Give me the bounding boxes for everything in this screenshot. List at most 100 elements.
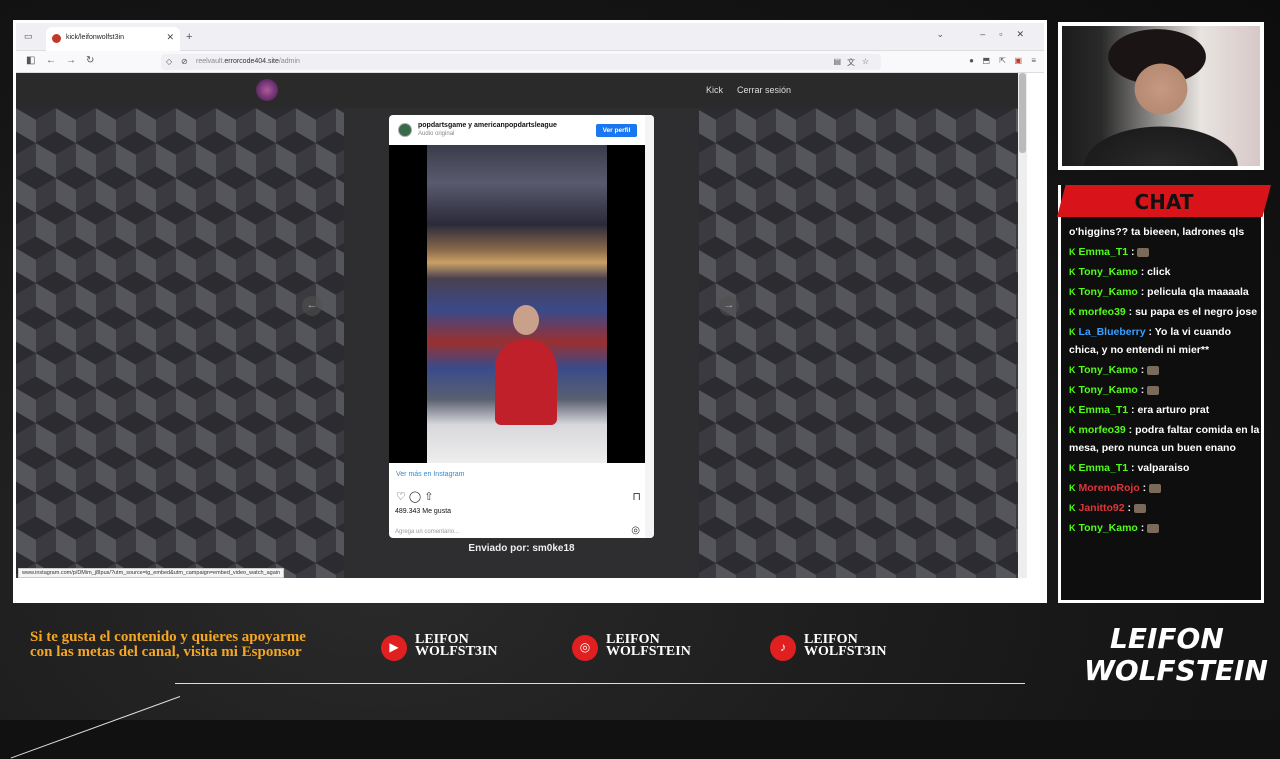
- chat-header: CHAT: [1057, 185, 1271, 217]
- more-on-instagram-link[interactable]: Ver más en Instagram: [396, 471, 464, 478]
- tab-bar: ▭ kick/leifonwolfst3in ✕ + ⌄ –▫✕: [16, 23, 1044, 51]
- tiktok-icon: ♪: [770, 635, 796, 661]
- menu-icon[interactable]: ≡: [1031, 56, 1036, 65]
- url-path: /admin: [278, 58, 300, 65]
- instagram-social-icon: ◎: [572, 635, 598, 661]
- account-icon[interactable]: ●: [969, 56, 974, 65]
- chat-username[interactable]: Tony_Kamo: [1079, 384, 1138, 396]
- share-icon[interactable]: ⇱: [999, 56, 1006, 65]
- chat-username[interactable]: Tony_Kamo: [1079, 364, 1138, 376]
- chat-username[interactable]: morfeo39: [1079, 306, 1126, 318]
- chat-message: o'higgins?? ta bieeen, ladrones qls: [1069, 223, 1261, 241]
- emote-icon: [1147, 365, 1160, 375]
- site-logo[interactable]: [256, 79, 278, 101]
- save-bookmark-icon[interactable]: ⊓: [632, 490, 641, 503]
- chat-username[interactable]: Janitto92: [1079, 502, 1125, 514]
- new-tab-button[interactable]: +: [186, 31, 192, 43]
- kick-badge-icon: K: [1069, 307, 1076, 317]
- embed-action-icons[interactable]: ♡ ◯ ⇧: [396, 490, 434, 503]
- chat-message: K Tony_Kamo :: [1069, 361, 1261, 379]
- prev-arrow-icon[interactable]: ←: [302, 296, 322, 316]
- footer-divider: [175, 683, 1025, 684]
- back-icon[interactable]: ←: [46, 55, 56, 66]
- url-bar[interactable]: ◇ ⊘ reelvault.errorcode404.site/admin ▤ …: [161, 54, 881, 70]
- close-tab-icon[interactable]: ✕: [166, 32, 174, 43]
- next-arrow-icon[interactable]: →: [719, 296, 739, 316]
- instagram-line2: WOLFSTEIN: [606, 644, 691, 659]
- chat-text: : era arturo prat: [1128, 404, 1210, 416]
- chat-panel: CHAT o'higgins?? ta bieeen, ladrones qls…: [1057, 185, 1271, 603]
- player-head: [513, 305, 539, 335]
- chat-username[interactable]: La_Blueberry: [1079, 326, 1146, 338]
- page-viewport: Kick Cerrar sesión ← → popdartsgame y am…: [16, 73, 1027, 578]
- nav-kick-link[interactable]: Kick: [706, 85, 723, 95]
- kick-badge-icon: K: [1069, 405, 1076, 415]
- chat-username[interactable]: MorenoRojo: [1079, 482, 1140, 494]
- chat-message: K La_Blueberry : Yo la vi cuando chica, y…: [1069, 323, 1261, 359]
- reader-view-icon[interactable]: ▤: [833, 57, 841, 66]
- chat-username[interactable]: Emma_T1: [1079, 404, 1129, 416]
- shield-icon: ◇: [166, 57, 173, 66]
- brand-logo: LEIFON WOLFSTEIN: [1080, 622, 1268, 692]
- scrollbar-thumb[interactable]: [1019, 73, 1026, 153]
- chat-username[interactable]: morfeo39: [1079, 424, 1126, 436]
- emote-icon: [1147, 385, 1160, 395]
- chat-text: :: [1139, 482, 1150, 494]
- kick-badge-icon: K: [1069, 327, 1076, 337]
- embed-video[interactable]: [389, 145, 645, 463]
- webcam-image: [1062, 26, 1260, 166]
- addon-icon[interactable]: ▣: [1014, 56, 1022, 65]
- chat-message: K Tony_Kamo : click: [1069, 263, 1261, 281]
- instagram-icon[interactable]: ◎: [631, 525, 640, 536]
- extensions-icon[interactable]: ⬒: [982, 56, 990, 65]
- brand-top: LEIFON: [1110, 622, 1224, 655]
- chat-username[interactable]: Tony_Kamo: [1079, 286, 1138, 298]
- chat-username[interactable]: Tony_Kamo: [1079, 266, 1138, 278]
- chat-username[interactable]: Emma_T1: [1079, 462, 1129, 474]
- youtube-icon: ▶: [381, 635, 407, 661]
- youtube-handle: LEIFON WOLFST3IN: [415, 633, 497, 659]
- bookmark-star-icon[interactable]: ☆: [862, 57, 869, 66]
- view-profile-button[interactable]: Ver perfil: [596, 124, 637, 137]
- sponsor-text: Si te gusta el contenido y quieres apoya…: [30, 629, 306, 660]
- kick-badge-icon: K: [1069, 503, 1076, 513]
- chat-message: Kmorfeo39 : podra faltar comida en la me…: [1069, 421, 1261, 457]
- browser-window: ▭ kick/leifonwolfst3in ✕ + ⌄ –▫✕ ◧ ← → ↻…: [13, 20, 1047, 603]
- chat-text: : su papa es el negro jose: [1125, 306, 1258, 318]
- tabs-menu-icon[interactable]: ▭: [24, 31, 33, 42]
- kick-badge-icon: K: [1069, 425, 1076, 435]
- emote-icon: [1137, 247, 1150, 257]
- chat-text: :: [1124, 502, 1134, 514]
- nav-logout-link[interactable]: Cerrar sesión: [737, 85, 791, 95]
- chat-message: K MorenoRojo :: [1069, 479, 1261, 497]
- chat-message: K Tony_Kamo :: [1069, 381, 1261, 399]
- tiktok-handle: LEIFON WOLFST3IN: [804, 633, 886, 659]
- embed-audio-label[interactable]: Audio original: [418, 131, 454, 137]
- chat-text: : pelicula qla maaaala: [1137, 286, 1249, 298]
- translate-icon[interactable]: 文: [847, 57, 855, 68]
- embed-header: popdartsgame y americanpopdartsleague Au…: [389, 115, 654, 145]
- comment-input[interactable]: Agrega un comentario...: [395, 529, 459, 535]
- chat-message: K Emma_T1 :: [1069, 243, 1261, 261]
- embed-scrollbar[interactable]: [645, 115, 654, 538]
- browser-tab[interactable]: kick/leifonwolfst3in ✕: [46, 27, 180, 51]
- webcam-frame: [1058, 22, 1264, 170]
- embed-account-name[interactable]: popdartsgame y americanpopdartsleague: [418, 122, 557, 129]
- url-domain: errorcode404.site: [224, 58, 279, 65]
- chat-text: :: [1137, 364, 1148, 376]
- tab-title: kick/leifonwolfst3in: [66, 34, 124, 41]
- lock-icon: ⊘: [181, 57, 188, 66]
- reload-icon[interactable]: ↻: [86, 55, 94, 66]
- chat-message: K Emma_T1 : valparaiso: [1069, 459, 1261, 477]
- chat-username[interactable]: Emma_T1: [1079, 246, 1129, 258]
- url-prefix: reelvault.: [196, 58, 225, 65]
- chat-messages: o'higgins?? ta bieeen, ladrones qls K Emma…: [1069, 223, 1261, 539]
- sidebar-icon[interactable]: ◧: [26, 55, 35, 66]
- account-avatar[interactable]: [398, 123, 412, 137]
- window-controls[interactable]: –▫✕: [980, 29, 1038, 40]
- list-tabs-icon[interactable]: ⌄: [936, 29, 944, 40]
- page-scrollbar[interactable]: [1018, 73, 1027, 578]
- emote-icon: [1147, 523, 1160, 533]
- chat-username[interactable]: Tony_Kamo: [1079, 522, 1138, 534]
- forward-icon[interactable]: →: [66, 55, 76, 66]
